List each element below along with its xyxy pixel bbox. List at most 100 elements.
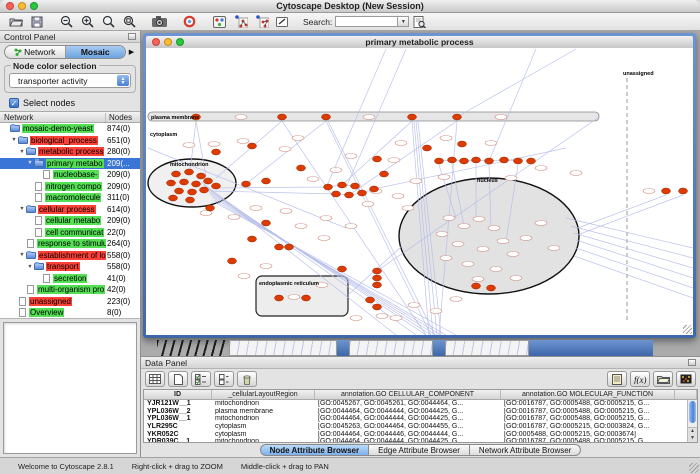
select-nodes-checkbox[interactable]: ✓ xyxy=(9,98,19,108)
tree-row[interactable]: Overview8(0) xyxy=(0,307,140,319)
function-builder-button[interactable]: f(x) xyxy=(630,371,650,387)
tab-node-attribute-browser[interactable]: Node Attribute Browser xyxy=(260,444,370,456)
zoom-button[interactable] xyxy=(30,2,38,10)
file-icon xyxy=(19,297,26,306)
zoom-fit-button[interactable] xyxy=(119,14,140,30)
column-header[interactable]: annotation.GO CELLULAR_COMPONENT xyxy=(315,390,501,399)
scrollbar-thumb[interactable] xyxy=(689,401,696,423)
snapshot-button[interactable] xyxy=(149,14,170,30)
tree-row[interactable]: secretion41(0) xyxy=(0,273,140,285)
expand-arrow-icon[interactable]: ▼ xyxy=(26,264,34,270)
vizmapper-button[interactable] xyxy=(209,14,230,30)
tree-row[interactable]: mosaic-demo-yeast874(0) xyxy=(0,123,140,135)
attribute-table-button[interactable] xyxy=(145,371,165,387)
close-button[interactable] xyxy=(6,2,14,10)
tab-network-attribute-browser[interactable]: Network Attribute Browser xyxy=(470,444,581,456)
tree-row[interactable]: ▼cellular process614(0) xyxy=(0,204,140,216)
tree-row[interactable]: response to stimulu264(0) xyxy=(0,238,140,250)
selected-gene-node xyxy=(322,114,331,120)
background-window-fragment[interactable] xyxy=(445,340,529,356)
background-window-fragment[interactable] xyxy=(229,340,337,356)
delete-attribute-button[interactable] xyxy=(237,371,257,387)
table-row[interactable]: YPL036W__2plasma membrane[GO:0044464, GO… xyxy=(144,408,697,416)
table-row[interactable]: YJR121W__1mitochondrion[GO:0045267, GO:0… xyxy=(144,400,697,408)
tree-row[interactable]: nucleobase-209(0) xyxy=(0,169,140,181)
background-window-fragment[interactable] xyxy=(349,340,433,356)
tree-header-nodes[interactable]: Nodes xyxy=(106,113,140,122)
column-header[interactable]: ID xyxy=(144,390,212,399)
notes-button[interactable] xyxy=(607,371,627,387)
zoom-out-button[interactable] xyxy=(56,14,77,30)
layout-b-button[interactable] xyxy=(251,14,272,30)
network-close-button[interactable] xyxy=(152,38,160,46)
advanced-search-button[interactable] xyxy=(409,14,430,30)
node-color-select[interactable]: transporter activity ▲▼ xyxy=(9,73,131,88)
background-window-frame-fragment[interactable] xyxy=(433,340,445,356)
open-session-button[interactable] xyxy=(5,14,26,30)
main-content: Control Panel Network Mosaic ▶ Node colo… xyxy=(0,31,700,457)
create-attribute-button[interactable] xyxy=(168,371,188,387)
selected-gene-node xyxy=(297,165,306,171)
layout-a-button[interactable] xyxy=(230,14,251,30)
table-row[interactable]: YDR039C__1mitochondrion[GO:0044464, GO:0… xyxy=(144,438,697,443)
tree-item-count: 42(0) xyxy=(106,285,140,294)
help-button[interactable] xyxy=(179,14,200,30)
tree-row[interactable]: ▼biological_process651(0) xyxy=(0,135,140,147)
select-attributes-button[interactable] xyxy=(191,371,211,387)
search-input[interactable] xyxy=(335,16,397,27)
unselect-attributes-button[interactable] xyxy=(214,371,234,387)
tree-header-network[interactable]: Network xyxy=(0,113,106,122)
expand-arrow-icon[interactable]: ▼ xyxy=(26,160,34,166)
column-header[interactable]: annotation.GO MOLECULAR_FUNCTION xyxy=(501,390,675,399)
gene-node xyxy=(228,215,240,220)
network-minimize-button[interactable] xyxy=(164,38,172,46)
expand-arrow-icon[interactable]: ▼ xyxy=(18,149,26,155)
float-panel-icon[interactable] xyxy=(688,359,696,366)
tree-row[interactable]: ▼establishment of lo558(0) xyxy=(0,250,140,262)
selected-gene-node xyxy=(370,186,379,192)
attribute-matrix-button[interactable] xyxy=(676,371,696,387)
attribute-table: ID_cellularLayoutRegionannotation.GO CEL… xyxy=(143,389,698,443)
background-window-frame-fragment[interactable] xyxy=(337,340,349,356)
network-window-titlebar[interactable]: primary metabolic process xyxy=(146,36,693,48)
tree-row[interactable]: nitrogen compo209(0) xyxy=(0,181,140,193)
app-resize-grip[interactable] xyxy=(689,463,699,473)
annotation-button[interactable] xyxy=(272,14,293,30)
import-attributes-button[interactable] xyxy=(653,371,673,387)
tree-row[interactable]: macromolecule311(0) xyxy=(0,192,140,204)
zoom-selected-button[interactable] xyxy=(98,14,119,30)
table-row[interactable]: YLR295Ccytoplasm[GO:0045263, GO:0044464,… xyxy=(144,423,697,431)
tree-row[interactable]: ▼primary metabo209(... xyxy=(0,158,140,170)
tree-row[interactable]: ▼metabolic process280(0) xyxy=(0,146,140,158)
zoom-in-button[interactable] xyxy=(77,14,98,30)
tree-row[interactable]: cell communicat22(0) xyxy=(0,227,140,239)
tab-mosaic[interactable]: Mosaic xyxy=(65,46,126,58)
network-canvas[interactable]: plasma membranecytoplasmmitochondrionnuc… xyxy=(146,48,693,335)
tree-row[interactable]: multi-organism pro42(0) xyxy=(0,284,140,296)
background-network-fragment[interactable] xyxy=(157,340,227,356)
gene-node xyxy=(458,224,470,229)
tree-row[interactable]: unassigned223(0) xyxy=(0,296,140,308)
window-resize-grip[interactable] xyxy=(683,325,692,334)
table-row[interactable]: YKR052Ccytoplasm[GO:0044464, GO:0044446,… xyxy=(144,430,697,438)
tab-network[interactable]: Network xyxy=(5,46,65,58)
more-tabs-arrow-icon[interactable]: ▶ xyxy=(126,48,137,56)
minimize-button[interactable] xyxy=(18,2,26,10)
birdseye-view-panel[interactable] xyxy=(3,322,137,454)
search-dropdown-button[interactable]: ▼ xyxy=(397,16,409,27)
tree-row[interactable]: ▼transport558(0) xyxy=(0,261,140,273)
background-window-frame-fragment[interactable] xyxy=(529,340,653,356)
network-zoom-button[interactable] xyxy=(176,38,184,46)
table-scrollbar[interactable]: ▲▼ xyxy=(687,400,697,442)
expand-arrow-icon[interactable]: ▼ xyxy=(18,252,26,258)
expand-arrow-icon[interactable]: ▼ xyxy=(18,206,26,212)
expand-arrow-icon[interactable]: ▼ xyxy=(10,137,18,143)
float-panel-icon[interactable] xyxy=(128,33,136,40)
column-header[interactable] xyxy=(675,390,697,399)
tree-row[interactable]: cellular metabo209(0) xyxy=(0,215,140,227)
tab-edge-attribute-browser[interactable]: Edge Attribute Browser xyxy=(369,444,470,456)
scrollbar-arrows-icon[interactable]: ▲▼ xyxy=(688,427,697,442)
column-header[interactable]: _cellularLayoutRegion xyxy=(212,390,315,399)
table-row[interactable]: YPL036W__1mitochondrion[GO:0044464, GO:0… xyxy=(144,415,697,423)
save-session-button[interactable] xyxy=(26,14,47,30)
